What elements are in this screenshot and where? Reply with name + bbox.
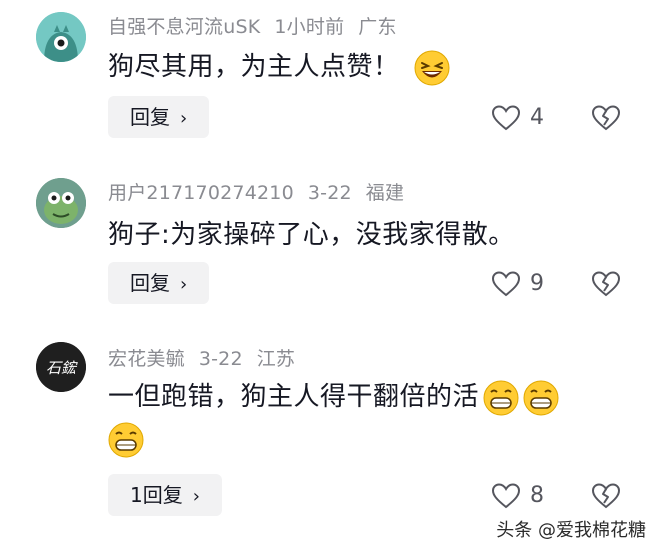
chevron-right-icon: › [180, 274, 188, 295]
timestamp: 3-22 [198, 348, 243, 370]
frog-avatar-icon [36, 178, 86, 228]
location: 广东 [358, 16, 397, 38]
username[interactable]: 自强不息河流uSK [108, 16, 260, 38]
reply-label: 回复 [130, 271, 170, 295]
heart-outline-icon[interactable] [492, 105, 520, 131]
grinning-emoji-icon [108, 422, 144, 458]
comment-text: 狗子:为家操碎了心，没我家得散。 [108, 214, 515, 251]
reply-label: 回复 [130, 105, 170, 129]
username[interactable]: 用户217170274210 [108, 182, 294, 204]
like-count: 8 [530, 483, 544, 508]
avatar[interactable] [36, 178, 86, 228]
comment-meta: 用户217170274210 3-22 福建 [108, 178, 418, 205]
chevron-right-icon: › [180, 108, 188, 129]
username[interactable]: 宏花美毓 [108, 348, 185, 370]
heart-outline-icon[interactable] [492, 483, 520, 509]
like-count: 9 [530, 271, 544, 296]
comment-text: 狗尽其用，为主人点赞！ [108, 46, 450, 86]
broken-heart-icon[interactable] [592, 271, 620, 297]
location: 福建 [365, 182, 405, 204]
comment-text-content: 狗尽其用，为主人点赞！ [108, 52, 400, 82]
timestamp: 3-22 [307, 182, 352, 204]
avatar[interactable]: 石鋐 [36, 342, 86, 392]
reply-button[interactable]: 1回复 › [108, 474, 222, 516]
reply-button[interactable]: 回复 › [108, 96, 210, 138]
comment-meta: 宏花美毓 3-22 江苏 [108, 344, 309, 371]
timestamp: 1小时前 [274, 16, 345, 38]
broken-heart-icon[interactable] [592, 483, 620, 509]
reply-label: 1回复 [130, 483, 183, 507]
heart-outline-icon[interactable] [492, 271, 520, 297]
monster-avatar-icon [36, 12, 86, 62]
grinning-emoji-icon [483, 380, 519, 415]
comment-meta: 自强不息河流uSK 1小时前 广东 [108, 12, 411, 39]
laughing-emoji-icon [414, 50, 450, 85]
comment-text-content: 一但跑错，狗主人得干翻倍的活 [108, 382, 480, 412]
watermark: 头条 @爱我棉花糖 [496, 520, 646, 541]
grinning-emoji-icon [523, 380, 559, 415]
broken-heart-icon[interactable] [592, 105, 620, 131]
comment-text-content: 狗子:为家操碎了心，没我家得散。 [108, 220, 515, 250]
avatar[interactable] [36, 12, 86, 62]
chevron-right-icon: › [192, 486, 200, 507]
comment-text: 一但跑错，狗主人得干翻倍的活 [108, 376, 559, 416]
avatar-text: 石鋐 [46, 359, 78, 377]
reply-button[interactable]: 回复 › [108, 262, 210, 304]
location: 江苏 [256, 348, 296, 370]
like-count: 4 [530, 105, 544, 130]
calligraphy-avatar-icon: 石鋐 [36, 342, 86, 392]
